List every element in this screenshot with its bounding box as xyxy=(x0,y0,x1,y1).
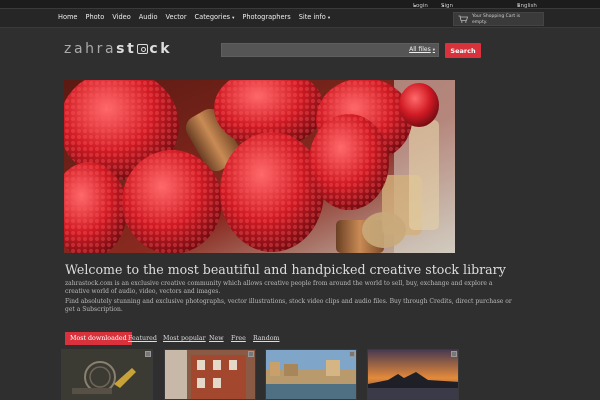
chevron-down-icon: ▾ xyxy=(432,48,435,53)
search-box: All files ▾ xyxy=(221,43,439,57)
main-nav: Home Photo Video Audio Vector Categories… xyxy=(58,13,338,21)
thumbnail[interactable] xyxy=(164,349,256,400)
search-input[interactable] xyxy=(222,44,402,56)
badge-icon xyxy=(248,351,254,357)
thumbnail[interactable] xyxy=(61,349,153,400)
nav-categories[interactable]: Categories ▾ xyxy=(195,13,235,21)
nav-photo[interactable]: Photo xyxy=(85,13,104,21)
nav-site-info[interactable]: Site info ▾ xyxy=(299,13,330,21)
hero-image xyxy=(64,80,455,253)
search-button[interactable]: Search xyxy=(445,43,481,58)
cart-status: Your Shopping Cart is empty. xyxy=(472,14,521,25)
nav-audio[interactable]: Audio xyxy=(139,13,158,21)
tab-random[interactable]: Random xyxy=(253,332,280,345)
badge-icon xyxy=(451,351,457,357)
badge-icon xyxy=(349,351,355,357)
camera-icon xyxy=(137,44,149,54)
intro-paragraph: zahrastock.com is an exclusive creative … xyxy=(65,280,493,295)
nav-vector[interactable]: Vector xyxy=(166,13,187,21)
shopping-cart[interactable]: Your Shopping Cart is empty. xyxy=(453,12,544,26)
tab-free[interactable]: Free xyxy=(231,332,246,345)
tab-most-downloaded[interactable]: Most downloaded xyxy=(65,332,132,345)
cart-icon xyxy=(458,15,468,23)
chevron-down-icon: ▾ xyxy=(232,16,235,21)
file-type-filter[interactable]: All files ▾ xyxy=(409,46,435,53)
top-utility-bar: Login▾ Sign Up▾ English▾ xyxy=(0,0,600,15)
thumbnail[interactable] xyxy=(265,349,357,400)
tab-featured[interactable]: Featured xyxy=(128,332,157,345)
badge-icon xyxy=(145,351,151,357)
intro-paragraph-2: Find absolutely stunning and exclusive p… xyxy=(65,298,512,313)
nav-photographers[interactable]: Photographers xyxy=(242,13,290,21)
nav-video[interactable]: Video xyxy=(112,13,130,21)
thumbnail[interactable] xyxy=(367,349,459,400)
tab-most-popular[interactable]: Most popular xyxy=(163,332,206,345)
page-title: Welcome to the most beautiful and handpi… xyxy=(65,262,506,277)
chevron-down-icon: ▾ xyxy=(327,16,331,21)
nav-home[interactable]: Home xyxy=(58,13,77,21)
tab-new[interactable]: New xyxy=(209,332,224,345)
site-logo[interactable]: zahra st ck xyxy=(64,40,172,58)
